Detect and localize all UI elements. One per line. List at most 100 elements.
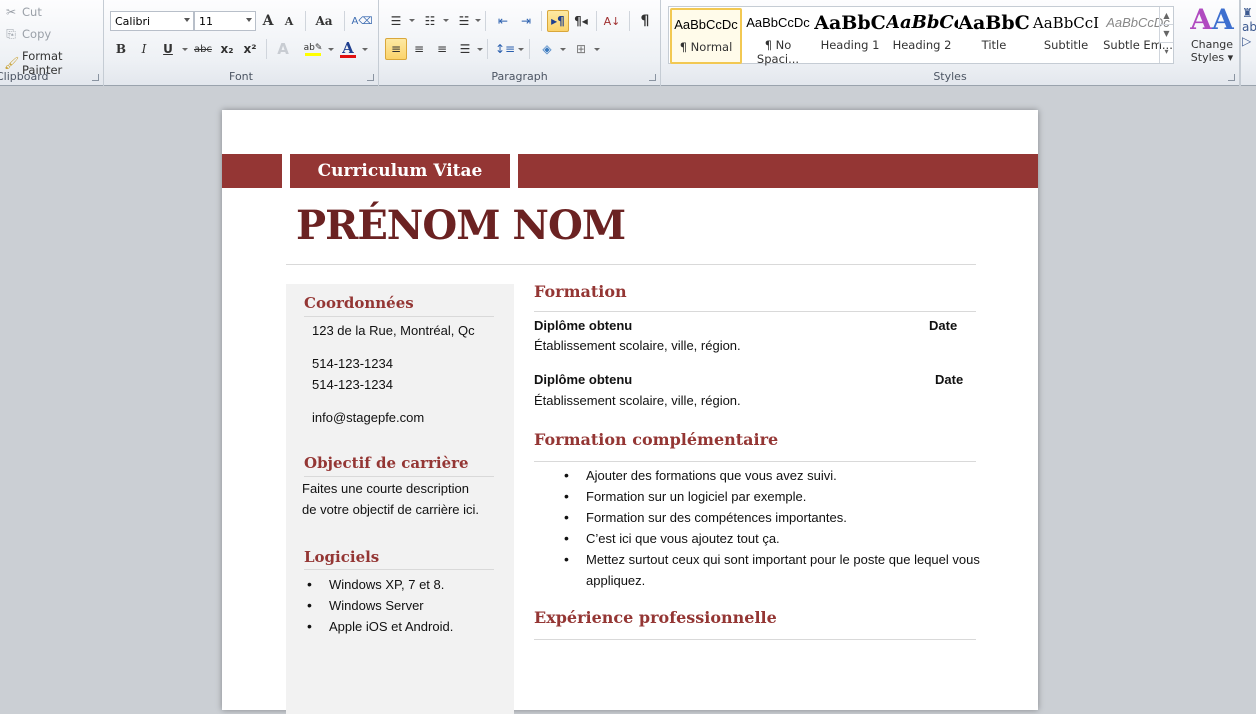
font-color-dropdown-icon[interactable]: [362, 48, 368, 51]
chevron-down-icon[interactable]: [477, 48, 483, 51]
cut-label: Cut: [22, 5, 42, 19]
style-heading-1[interactable]: AaBbC Heading 1: [814, 8, 886, 64]
ltr-direction-button[interactable]: ▸¶: [547, 10, 569, 32]
shrink-font-button[interactable]: A: [278, 10, 300, 32]
chevron-down-icon[interactable]: [518, 48, 524, 51]
font-dialog-launcher[interactable]: [367, 74, 374, 81]
align-right-button[interactable]: ≡: [431, 38, 453, 60]
multilevel-list-button[interactable]: ☱: [453, 10, 475, 32]
text-effects-button[interactable]: A: [272, 38, 294, 60]
font-color-button[interactable]: A: [337, 38, 359, 60]
style-subtitle[interactable]: AaBbCcI Subtitle: [1030, 8, 1102, 64]
underline-button[interactable]: U: [157, 38, 179, 60]
paragraph-group: ☰ ☷ ☱ ⇤ ⇥ ▸¶ ¶◂ A↓ ¶ ≡ ≡ ≡ ☰ ↕≡ ◈ ⊞ Para…: [379, 0, 661, 86]
borders-button[interactable]: ⊞: [570, 38, 592, 60]
separator: [596, 11, 597, 31]
bullets-button[interactable]: ☰: [385, 10, 407, 32]
list-item: Mettez surtout ceux qui sont important p…: [560, 549, 980, 591]
bold-button[interactable]: B: [110, 38, 132, 60]
paint-bucket-icon: ◈: [542, 42, 552, 56]
paintbrush-icon: 🖌: [4, 56, 20, 70]
copy-button[interactable]: ⎘ Copy: [4, 27, 51, 41]
highlight-button[interactable]: ab✎: [302, 38, 324, 60]
justify-button[interactable]: ☰: [454, 38, 476, 60]
chevron-down-icon: [246, 18, 252, 22]
font-color-swatch: [340, 54, 356, 58]
divider: [534, 461, 976, 462]
numbering-button[interactable]: ☷: [419, 10, 441, 32]
multilevel-list-icon: ☱: [458, 14, 470, 28]
decrease-indent-button[interactable]: ⇤: [492, 10, 514, 32]
chevron-down-icon[interactable]: [594, 48, 600, 51]
list-item: Formation sur un logiciel par exemple.: [560, 486, 980, 507]
chevron-down-icon[interactable]: [409, 19, 415, 22]
increase-indent-button[interactable]: ⇥: [515, 10, 537, 32]
subscript-icon: x₂: [220, 42, 234, 56]
style-name: Title: [981, 38, 1007, 52]
highlight-dropdown-icon[interactable]: [328, 48, 334, 51]
change-styles-button[interactable]: AA Change Styles ▾: [1183, 2, 1241, 64]
underline-icon: U: [163, 42, 173, 56]
highlighter-icon: ab✎: [303, 42, 323, 53]
style-preview: AaBbCcI: [1032, 14, 1100, 32]
divider: [304, 476, 494, 477]
clear-formatting-button[interactable]: A⌫: [351, 10, 373, 32]
font-group-label: Font: [229, 70, 253, 83]
style-heading-2[interactable]: AaBbCc Heading 2: [886, 8, 958, 64]
sort-button[interactable]: A↓: [601, 10, 623, 32]
rtl-direction-button[interactable]: ¶◂: [570, 10, 592, 32]
superscript-button[interactable]: x²: [239, 38, 261, 60]
subscript-button[interactable]: x₂: [216, 38, 238, 60]
divider: [304, 569, 494, 570]
cut-button[interactable]: ✂ Cut: [4, 5, 42, 19]
underline-dropdown-icon[interactable]: [182, 48, 188, 51]
separator: [266, 39, 267, 59]
clipboard-dialog-launcher[interactable]: [92, 74, 99, 81]
line-spacing-button[interactable]: ↕≡: [494, 38, 516, 60]
objective-heading: Objectif de carrière: [304, 454, 469, 472]
left-to-right-icon: ▸¶: [551, 14, 565, 28]
school-1: Établissement scolaire, ville, région.: [534, 338, 741, 353]
font-family-select[interactable]: Calibri: [110, 11, 194, 31]
font-size-select[interactable]: 11: [194, 11, 256, 31]
software-heading: Logiciels: [304, 548, 380, 566]
grow-font-button[interactable]: A: [257, 10, 279, 32]
sort-az-icon: A↓: [603, 14, 621, 28]
candidate-name: PRÉNOM NOM: [296, 202, 626, 249]
style-name: ¶ No Spaci...: [756, 38, 800, 66]
software-list: Windows XP, 7 et 8. Windows Server Apple…: [303, 574, 453, 637]
style-normal[interactable]: AaBbCcDc ¶ Normal: [670, 8, 742, 64]
chevron-down-icon: [184, 18, 190, 22]
chevron-down-icon[interactable]: [443, 19, 449, 22]
bold-icon: B: [115, 42, 127, 56]
change-case-button[interactable]: Aa: [310, 10, 338, 32]
gallery-more-icon[interactable]: ▾: [1160, 43, 1173, 61]
editing-group-icons[interactable]: ♜ ab ▷: [1242, 6, 1256, 48]
phone-1: 514-123-1234: [312, 356, 393, 371]
scroll-down-icon[interactable]: ▼: [1160, 25, 1173, 43]
list-item: C’est ici que vous ajoutez tout ça.: [560, 528, 980, 549]
degree-1: Diplôme obtenu: [534, 318, 633, 333]
divider: [534, 311, 976, 312]
style-no-spacing[interactable]: AaBbCcDc ¶ No Spaci...: [742, 8, 814, 66]
borders-icon: ⊞: [575, 42, 587, 56]
style-title[interactable]: AaBbC Title: [958, 8, 1030, 64]
chevron-down-icon[interactable]: [475, 19, 481, 22]
text-effects-icon: A: [277, 40, 289, 58]
font-family-value: Calibri: [115, 15, 151, 28]
separator: [305, 11, 306, 31]
divider: [286, 264, 976, 265]
sidebar-panel: Coordonnées 123 de la Rue, Montréal, Qc …: [286, 284, 514, 714]
font-color-icon: A: [342, 38, 354, 57]
chevron-down-icon[interactable]: [560, 48, 566, 51]
paragraph-dialog-launcher[interactable]: [649, 74, 656, 81]
italic-button[interactable]: I: [133, 38, 155, 60]
strikethrough-button[interactable]: abc: [192, 38, 214, 60]
document-page[interactable]: Curriculum Vitae PRÉNOM NOM Coordonnées …: [222, 110, 1038, 714]
show-formatting-button[interactable]: ¶: [634, 10, 656, 32]
align-left-button[interactable]: ≡: [385, 38, 407, 60]
shading-button[interactable]: ◈: [536, 38, 558, 60]
scroll-up-icon[interactable]: ▲: [1160, 7, 1173, 25]
align-center-button[interactable]: ≡: [408, 38, 430, 60]
clipboard-group: ✂ Cut ⎘ Copy 🖌 Format Painter Clipboard: [0, 0, 104, 86]
